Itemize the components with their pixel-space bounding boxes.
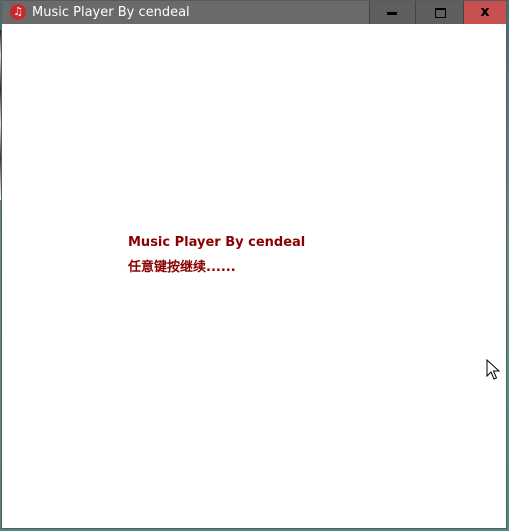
window-title: Music Player By cendeal bbox=[32, 5, 190, 20]
console-client-area[interactable]: Music Player By cendeal 任意键按继续...... bbox=[2, 24, 506, 528]
press-any-key-prompt: 任意键按继续...... bbox=[128, 260, 236, 275]
music-note-icon: ♫ bbox=[10, 4, 26, 20]
minimize-button[interactable] bbox=[369, 1, 415, 24]
mouse-pointer-icon bbox=[486, 359, 500, 380]
close-button[interactable]: x bbox=[463, 1, 506, 24]
maximize-button[interactable] bbox=[415, 1, 463, 24]
minimize-icon bbox=[387, 12, 397, 15]
title-bar[interactable]: ♫ Music Player By cendeal x bbox=[2, 1, 506, 24]
app-banner-text: Music Player By cendeal bbox=[128, 235, 306, 250]
close-icon: x bbox=[480, 4, 490, 20]
console-window[interactable]: ♫ Music Player By cendeal x Music Player… bbox=[1, 0, 507, 529]
maximize-icon bbox=[435, 8, 446, 18]
